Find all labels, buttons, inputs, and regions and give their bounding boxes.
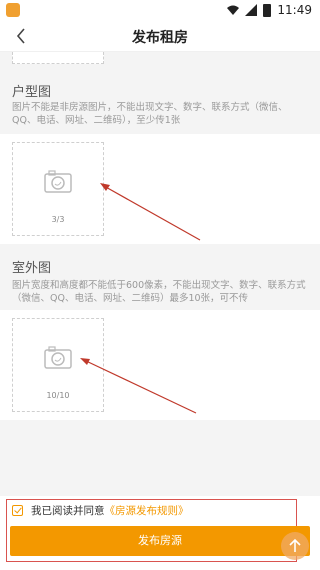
bottom-action-bar: 我已阅读并同意 《房源发布规则》 发布房源 [0, 496, 320, 570]
status-time: 11:49 [277, 3, 312, 17]
floor-plan-upload-panel: 3/3 [0, 134, 320, 244]
page-title: 发布租房 [132, 30, 188, 46]
wifi-icon [227, 5, 240, 15]
arrow-up-icon [289, 538, 301, 552]
status-icons: 11:49 [227, 2, 312, 18]
camera-icon [44, 346, 72, 369]
signal-icon [245, 4, 258, 16]
floor-plan-description: 图片不能是非房源图片，不能出现文字、数字、联系方式（微信、QQ、电话、网址、二维… [12, 102, 288, 126]
agreement-checkbox[interactable] [12, 504, 23, 516]
exterior-description: 图片宽度和高度都不能低于600像素，不能出现文字、数字、联系方式（微信、QQ、电… [12, 280, 306, 304]
floor-plan-title: 户型图 [12, 85, 52, 100]
previous-upload-box[interactable] [12, 52, 104, 64]
scroll-top-button[interactable] [281, 532, 309, 560]
floor-plan-count: 3/3 [51, 215, 65, 224]
exterior-count: 10/10 [46, 391, 70, 400]
publish-rules-link[interactable]: 《房源发布规则》 [105, 503, 189, 518]
camera-icon [44, 170, 72, 193]
publish-button[interactable]: 发布房源 [10, 526, 310, 556]
form-scroll-area[interactable]: 户型图 图片不能是非房源图片，不能出现文字、数字、联系方式（微信、QQ、电话、网… [0, 52, 320, 518]
exterior-upload-panel: 10/10 [0, 310, 320, 420]
status-bar: 11:49 [0, 0, 320, 20]
app-notification-icon [6, 3, 20, 17]
top-nav-bar: 发布租房 [0, 20, 320, 52]
floor-plan-upload-box[interactable]: 3/3 [12, 142, 104, 236]
battery-icon [263, 3, 272, 17]
exterior-title: 室外图 [12, 261, 52, 276]
agreement-text: 我已阅读并同意 [31, 504, 105, 517]
agreement-row[interactable]: 我已阅读并同意 《房源发布规则》 [12, 502, 189, 518]
exterior-upload-box[interactable]: 10/10 [12, 318, 104, 412]
